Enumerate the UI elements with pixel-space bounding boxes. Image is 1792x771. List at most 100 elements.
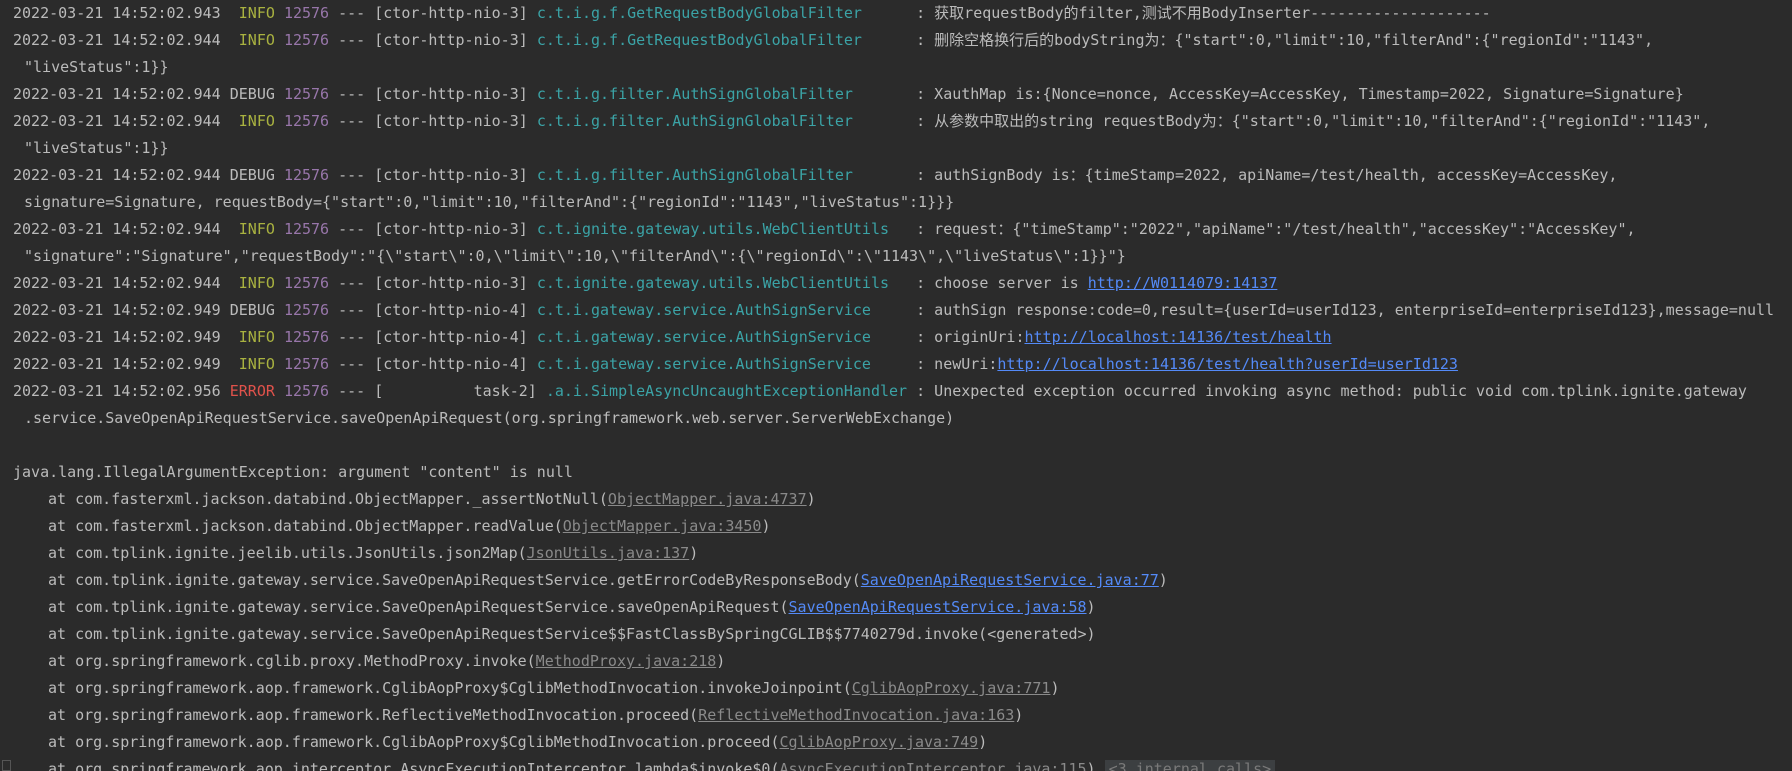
log-pid: 12576	[283, 31, 330, 49]
log-thread: [ctor-http-nio-4]	[374, 355, 528, 373]
log-url-link[interactable]: http://W0114079:14137	[1088, 274, 1278, 292]
log-pid: 12576	[283, 220, 330, 238]
log-message: : authSign response:code=0,result={userI…	[916, 301, 1775, 319]
log-logger: c.t.i.g.f.GetRequestBodyGlobalFilter	[536, 4, 908, 22]
log-separator: ---	[329, 328, 375, 346]
log-timestamp: 2022-03-21 14:52:02.949	[13, 328, 221, 346]
log-logger: c.t.i.gateway.service.AuthSignService	[536, 355, 908, 373]
log-timestamp: 2022-03-21 14:52:02.943	[13, 4, 221, 22]
stack-frame-method: at com.fasterxml.jackson.databind.Object…	[48, 517, 563, 535]
stack-frame-method: at org.springframework.aop.framework.Cgl…	[48, 679, 852, 697]
log-pid: 12576	[283, 328, 330, 346]
log-level: INFO	[229, 4, 275, 22]
log-message-continued: signature=Signature, requestBody={"start…	[24, 193, 955, 211]
log-logger: c.t.i.gateway.service.AuthSignService	[536, 328, 908, 346]
stack-frame-method: at com.fasterxml.jackson.databind.Object…	[48, 490, 608, 508]
stack-frame-source-link[interactable]: ObjectMapper.java:4737	[608, 490, 807, 508]
log-level: DEBUG	[229, 85, 275, 103]
log-url-link[interactable]: http://localhost:14136/test/health?userI…	[997, 355, 1458, 373]
log-continuation: .service.SaveOpenApiRequestService.saveO…	[24, 405, 954, 432]
stack-frame: at com.tplink.ignite.gateway.service.Sav…	[48, 621, 1096, 648]
log-line: 2022-03-21 14:52:02.956 ERROR 12576 --- …	[13, 378, 1747, 405]
stack-frame: at org.springframework.aop.framework.Ref…	[48, 702, 1023, 729]
log-separator: ---	[329, 220, 375, 238]
log-line: 2022-03-21 14:52:02.944 INFO 12576 --- […	[13, 27, 1653, 54]
log-message: : 删除空格换行后的bodyString为：{"start":0,"limit"…	[916, 31, 1654, 49]
stack-frame-method: at com.tplink.ignite.jeelib.utils.JsonUt…	[48, 544, 527, 562]
log-line: 2022-03-21 14:52:02.949 INFO 12576 --- […	[13, 324, 1332, 351]
log-url-link[interactable]: http://localhost:14136/test/health	[1024, 328, 1331, 346]
log-message: : originUri:	[916, 328, 1025, 346]
log-message: : request：{"timeStamp":"2022","apiName":…	[916, 220, 1636, 238]
log-separator: ---	[329, 355, 375, 373]
log-timestamp: 2022-03-21 14:52:02.944	[13, 85, 221, 103]
fold-marker-icon[interactable]	[2, 760, 11, 771]
log-thread: [ctor-http-nio-3]	[374, 274, 528, 292]
log-pid: 12576	[283, 382, 330, 400]
log-thread: [ctor-http-nio-3]	[374, 4, 528, 22]
log-thread: [ctor-http-nio-3]	[374, 220, 528, 238]
stack-frame-method: at org.springframework.aop.framework.Cgl…	[48, 733, 780, 751]
log-level: INFO	[229, 112, 275, 130]
log-continuation: "liveStatus":1}}	[24, 54, 169, 81]
stack-frame-close: )	[978, 733, 988, 751]
log-logger: c.t.i.g.filter.AuthSignGlobalFilter	[536, 112, 908, 130]
stack-frame-source-link[interactable]: CglibAopProxy.java:771	[852, 679, 1051, 697]
log-message-continued: "liveStatus":1}}	[24, 139, 169, 157]
stack-frame: at com.fasterxml.jackson.databind.Object…	[48, 486, 816, 513]
log-message: : choose server is	[916, 274, 1088, 292]
stack-frame-close: )	[689, 544, 699, 562]
stack-frame: at org.springframework.aop.interceptor.A…	[48, 756, 1276, 771]
log-level: INFO	[229, 328, 275, 346]
log-thread: [ctor-http-nio-3]	[374, 85, 528, 103]
log-message-continued: "liveStatus":1}}	[24, 58, 169, 76]
stack-frame: at com.tplink.ignite.gateway.service.Sav…	[48, 594, 1096, 621]
log-pid: 12576	[283, 85, 330, 103]
log-separator: ---	[329, 166, 375, 184]
log-message: : authSignBody is：{timeStamp=2022, apiNa…	[916, 166, 1618, 184]
log-logger: c.t.ignite.gateway.utils.WebClientUtils	[536, 274, 908, 292]
log-line: 2022-03-21 14:52:02.949 INFO 12576 --- […	[13, 351, 1458, 378]
log-separator: ---	[329, 301, 375, 319]
log-separator: ---	[329, 4, 375, 22]
log-logger: .a.i.SimpleAsyncUncaughtExceptionHandler	[545, 382, 908, 400]
stack-frame-source-link[interactable]: SaveOpenApiRequestService.java:58	[789, 598, 1087, 616]
log-message-continued: .service.SaveOpenApiRequestService.saveO…	[24, 409, 955, 427]
stack-frame-source-link[interactable]: CglibAopProxy.java:749	[780, 733, 979, 751]
stack-frame: at org.springframework.aop.framework.Cgl…	[48, 729, 987, 756]
stack-frame-close: )	[1050, 679, 1060, 697]
log-pid: 12576	[283, 355, 330, 373]
log-timestamp: 2022-03-21 14:52:02.944	[13, 220, 221, 238]
log-logger: c.t.i.gateway.service.AuthSignService	[536, 301, 908, 319]
stack-frame-source-link[interactable]: AsyncExecutionInterceptor.java:115	[780, 760, 1087, 771]
internal-calls-fold[interactable]: <3 internal calls>	[1104, 760, 1276, 771]
log-timestamp: 2022-03-21 14:52:02.949	[13, 355, 221, 373]
stack-frame-method: at com.tplink.ignite.gateway.service.Sav…	[48, 571, 861, 589]
log-timestamp: 2022-03-21 14:52:02.944	[13, 31, 221, 49]
stack-frame: at com.tplink.ignite.gateway.service.Sav…	[48, 567, 1168, 594]
log-line: 2022-03-21 14:52:02.944 INFO 12576 --- […	[13, 108, 1710, 135]
stack-frame-close: )	[1014, 706, 1024, 724]
log-timestamp: 2022-03-21 14:52:02.956	[13, 382, 221, 400]
stack-frame-close: )	[806, 490, 816, 508]
stack-frame-source-link[interactable]: JsonUtils.java:137	[527, 544, 690, 562]
log-level: DEBUG	[229, 301, 275, 319]
log-separator: ---	[329, 382, 375, 400]
log-thread: [ctor-http-nio-4]	[374, 301, 528, 319]
log-thread: [ctor-http-nio-3]	[374, 166, 528, 184]
stack-frame-method: at org.springframework.aop.interceptor.A…	[48, 760, 780, 771]
log-timestamp: 2022-03-21 14:52:02.944	[13, 166, 221, 184]
log-thread: [ctor-http-nio-3]	[374, 31, 528, 49]
stack-frame-source-link[interactable]: ObjectMapper.java:3450	[563, 517, 762, 535]
stack-frame-source-link[interactable]: MethodProxy.java:218	[536, 652, 717, 670]
log-level: INFO	[229, 355, 275, 373]
log-line: 2022-03-21 14:52:02.943 INFO 12576 --- […	[13, 0, 1491, 27]
stack-frame-source-link[interactable]: SaveOpenApiRequestService.java:77	[861, 571, 1159, 589]
log-message-continued: "signature":"Signature","requestBody":"{…	[24, 247, 1126, 265]
stack-frame-source-link[interactable]: ReflectiveMethodInvocation.java:163	[698, 706, 1014, 724]
run-console[interactable]: 2022-03-21 14:52:02.943 INFO 12576 --- […	[0, 0, 1792, 771]
log-message: : newUri:	[916, 355, 998, 373]
stack-frame: at org.springframework.cglib.proxy.Metho…	[48, 648, 725, 675]
log-message: : Unexpected exception occurred invoking…	[916, 382, 1747, 400]
stack-frame: at com.fasterxml.jackson.databind.Object…	[48, 513, 770, 540]
